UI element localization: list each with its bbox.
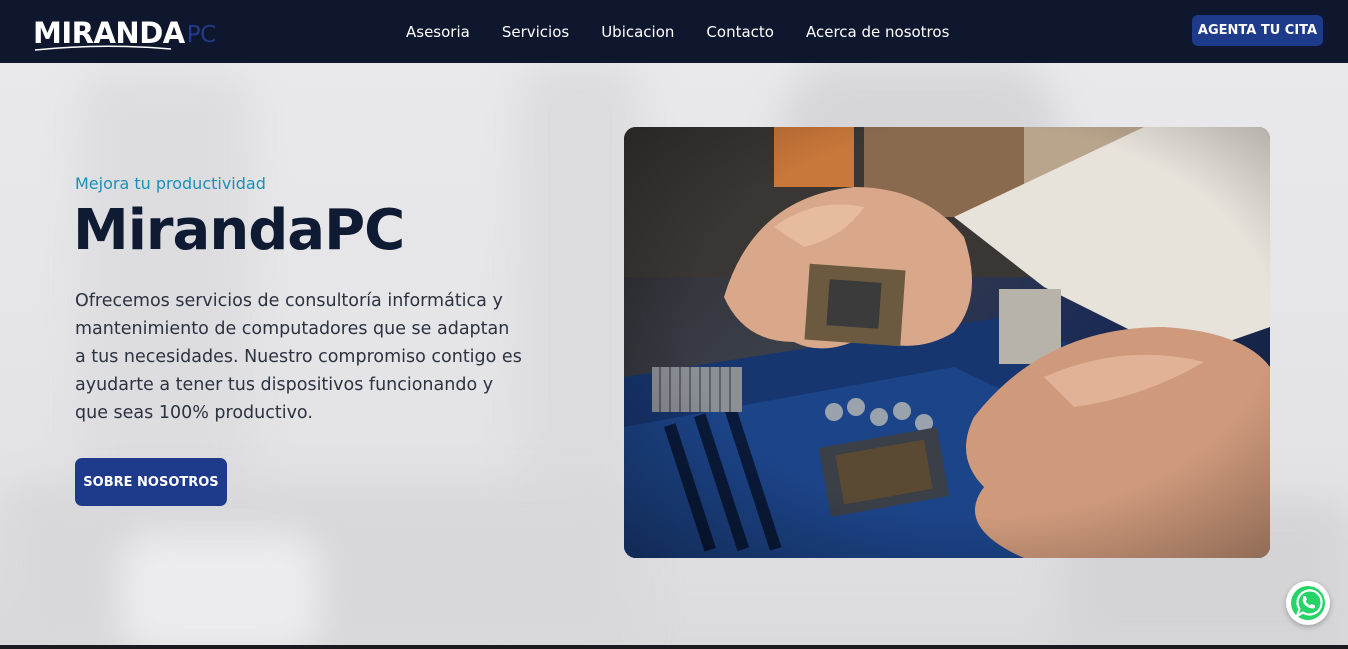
whatsapp-icon — [1291, 586, 1325, 620]
page-bottom-edge — [0, 645, 1348, 649]
hero-description: Ofrecemos servicios de consultoría infor… — [75, 291, 522, 423]
background-blur — [0, 483, 640, 649]
book-appointment-button[interactable]: AGENTA TU CITA — [1192, 15, 1323, 46]
top-navbar: MIRANDA PC Asesoria Servicios Ubicacion … — [0, 0, 1348, 63]
about-us-button[interactable]: SOBRE NOSOTROS — [75, 458, 227, 506]
nav-link-servicios[interactable]: Servicios — [486, 23, 585, 41]
whatsapp-button[interactable] — [1286, 581, 1330, 625]
nav-link-acerca[interactable]: Acerca de nosotros — [790, 23, 965, 41]
background-blur — [120, 533, 320, 649]
logo-accent-text: PC — [186, 22, 216, 48]
hero-eyebrow: Mejora tu productividad — [75, 174, 266, 193]
hero-title: MirandaPC — [73, 198, 405, 263]
logo-swoosh-icon — [34, 45, 172, 51]
hero-image — [624, 127, 1270, 558]
nav-link-ubicacion[interactable]: Ubicacion — [585, 23, 690, 41]
nav-link-asesoria[interactable]: Asesoria — [390, 23, 486, 41]
brand-logo[interactable]: MIRANDA PC — [33, 14, 216, 51]
main-nav: Asesoria Servicios Ubicacion Contacto Ac… — [390, 0, 965, 63]
nav-link-contacto[interactable]: Contacto — [690, 23, 790, 41]
motherboard-cpu-photo-icon — [624, 127, 1270, 558]
